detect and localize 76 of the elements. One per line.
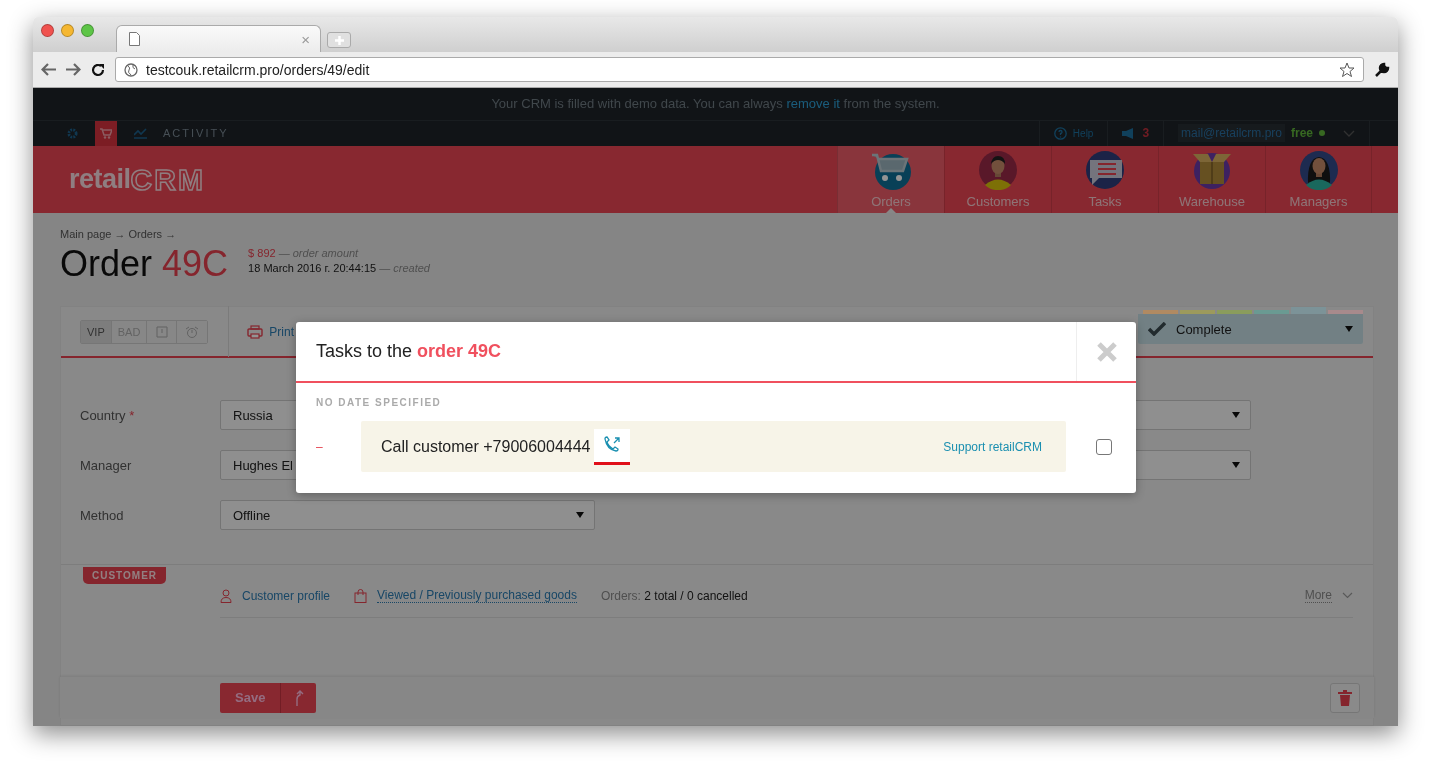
- chat-list-icon: [1085, 150, 1125, 190]
- nav-item[interactable]: Tasks: [1051, 146, 1158, 213]
- breadcrumbs: Main page → Orders →: [60, 228, 178, 240]
- status-dot: [1319, 130, 1325, 137]
- help-link[interactable]: Help: [1072, 127, 1094, 139]
- author-link[interactable]: Support retailCRM: [943, 439, 1042, 454]
- user-email[interactable]: mail@retailcrm.pro: [1178, 124, 1285, 143]
- globe-icon: [124, 62, 138, 77]
- status-select[interactable]: Complete: [1138, 314, 1363, 344]
- box-icon: [1192, 150, 1232, 190]
- field-label: Country *: [80, 407, 136, 423]
- wrench-icon[interactable]: [1374, 61, 1390, 78]
- export-button[interactable]: [280, 682, 317, 713]
- help-icon: [1053, 126, 1067, 140]
- toolbar-tab[interactable]: [95, 120, 117, 146]
- gear-icon: [66, 127, 78, 139]
- printer-icon: [247, 324, 264, 339]
- star-icon[interactable]: [1339, 61, 1355, 78]
- alert-icon: [155, 325, 168, 338]
- call-button[interactable]: [594, 428, 631, 465]
- more-link[interactable]: More: [1304, 588, 1332, 603]
- cart-icon: [100, 127, 112, 139]
- goods-link[interactable]: Viewed / Previously purchased goods: [377, 588, 577, 603]
- trash-icon: [1338, 689, 1352, 706]
- check-icon: [1148, 322, 1166, 336]
- plus-icon: [334, 35, 344, 45]
- close-tab-button[interactable]: ×: [301, 30, 310, 48]
- customer-tag: CUSTOMER: [83, 567, 167, 584]
- chevron-down-icon[interactable]: [1342, 592, 1353, 599]
- order-title: Order 49C: [60, 242, 229, 286]
- notification-count: 3: [1142, 126, 1150, 141]
- window-zoom-button[interactable]: [81, 24, 94, 37]
- chevron-down-icon[interactable]: [1343, 129, 1355, 137]
- caret-icon: [1232, 462, 1240, 468]
- address-field[interactable]: testcouk.retailcrm.pro/orders/49/edit: [115, 57, 1364, 82]
- field-label: Manager: [80, 457, 133, 473]
- caret-icon: [1345, 326, 1353, 332]
- delete-button[interactable]: [1330, 682, 1360, 713]
- browser-tab[interactable]: ×: [116, 25, 321, 52]
- reload-icon[interactable]: [91, 62, 105, 77]
- curved-arrow-icon: [293, 689, 304, 706]
- nav-item[interactable]: Customers: [944, 146, 1051, 213]
- person-icon: [978, 150, 1018, 190]
- chart-icon: [133, 127, 147, 139]
- person-icon: [1298, 150, 1339, 190]
- orders-summary: Orders: 2 total / 0 cancelled: [600, 588, 748, 603]
- plan-label: free: [1291, 126, 1313, 141]
- nav-item[interactable]: Warehouse: [1158, 146, 1265, 213]
- alarm-icon: [185, 325, 200, 338]
- window-close-button[interactable]: [41, 24, 54, 37]
- page-icon: [129, 32, 140, 46]
- customer-profile-link[interactable]: Customer profile: [242, 588, 331, 603]
- save-button[interactable]: Save: [220, 682, 281, 713]
- back-icon[interactable]: [41, 63, 56, 76]
- section-heading: NO DATE SPECIFIED: [315, 396, 443, 408]
- activity-link[interactable]: ACTIVITY: [163, 127, 229, 140]
- task-checkbox[interactable]: [1096, 438, 1112, 455]
- bag-icon: [354, 588, 368, 603]
- task-text: Call customer +79006004444: [381, 437, 591, 456]
- flag-toggle[interactable]: VIP: [81, 320, 112, 343]
- new-tab-button[interactable]: [327, 32, 351, 48]
- close-icon: [1095, 340, 1118, 363]
- window-minimize-button[interactable]: [61, 24, 74, 37]
- person-icon: [220, 588, 232, 603]
- caret-icon: [576, 512, 584, 518]
- task-time: –: [316, 439, 324, 454]
- phone-icon: [603, 436, 622, 454]
- logo[interactable]: retailCRM: [69, 146, 205, 213]
- dialog-title: Tasks to the order 49C: [315, 340, 503, 363]
- caret-icon: [1232, 412, 1240, 418]
- print-button[interactable]: Print: [228, 306, 295, 357]
- nav-item[interactable]: Managers: [1265, 146, 1372, 213]
- remove-link[interactable]: remove it: [786, 96, 840, 112]
- forward-icon[interactable]: [66, 63, 81, 76]
- select-field[interactable]: Offline: [220, 500, 595, 530]
- field-label: Method: [80, 507, 125, 523]
